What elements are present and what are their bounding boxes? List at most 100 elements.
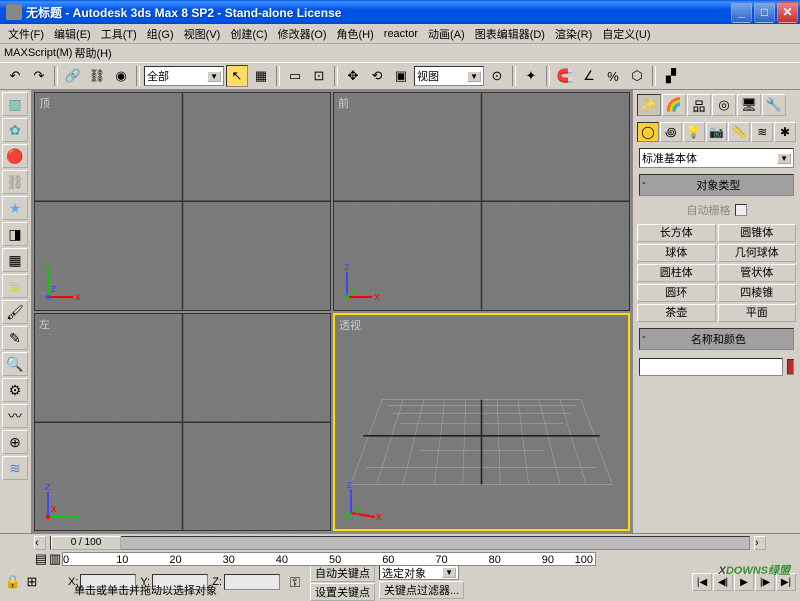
scale-button[interactable]: ▣: [390, 65, 412, 87]
rollout-objtype[interactable]: -对象类型: [639, 174, 794, 196]
menu-create[interactable]: 创建(C): [226, 24, 271, 44]
menu-render[interactable]: 渲染(R): [551, 24, 596, 44]
slider-track[interactable]: 0 / 100: [50, 536, 750, 550]
star-tab-icon[interactable]: ★: [2, 196, 28, 220]
percent-snap-button[interactable]: %: [602, 65, 624, 87]
brush-tab-icon[interactable]: 🖌: [2, 300, 28, 324]
manipulate-button[interactable]: ✦: [520, 65, 542, 87]
ref-coord-dropdown[interactable]: 视图 ▼: [414, 66, 484, 86]
utilities-tab[interactable]: 🔧: [762, 94, 786, 116]
keyfilter-button[interactable]: 关键点过滤器...: [379, 581, 464, 599]
track-toggle-2[interactable]: ▥: [48, 552, 62, 566]
shape-tab-icon[interactable]: ✿: [2, 118, 28, 142]
next-frame-button[interactable]: |▶: [755, 573, 775, 591]
unlink-button[interactable]: ⛓: [86, 65, 108, 87]
menu-character[interactable]: 角色(H): [333, 24, 378, 44]
spinner-snap-button[interactable]: ⬡: [626, 65, 648, 87]
z-input[interactable]: [224, 574, 280, 590]
key-icon[interactable]: ⚿: [284, 571, 306, 593]
space-subtab[interactable]: ≋: [751, 122, 773, 142]
autogrid-checkbox[interactable]: 自动栅格: [635, 200, 798, 220]
window-crossing-button[interactable]: ⊡: [308, 65, 330, 87]
checker-tab-icon[interactable]: ▦: [2, 248, 28, 272]
helpers-subtab[interactable]: 📏: [728, 122, 750, 142]
systems-subtab[interactable]: ✱: [774, 122, 796, 142]
move-button[interactable]: ✥: [342, 65, 364, 87]
lights-subtab[interactable]: 💡: [683, 122, 705, 142]
geometry-subtab[interactable]: ◯: [637, 122, 659, 142]
category-dropdown[interactable]: 标准基本体 ▼: [639, 148, 794, 168]
pyramid-button[interactable]: 四棱锥: [718, 284, 797, 302]
track-toggle-1[interactable]: ▤: [34, 552, 48, 566]
display-tab[interactable]: 🖥: [737, 94, 761, 116]
close-button[interactable]: ✕: [777, 2, 798, 23]
setkey-button[interactable]: 设置关键点: [310, 583, 375, 601]
menu-modifiers[interactable]: 修改器(O): [274, 24, 331, 44]
time-slider[interactable]: ‹ 0 / 100 ›: [0, 534, 800, 552]
redo-button[interactable]: ↷: [28, 65, 50, 87]
color-swatch[interactable]: [787, 359, 794, 375]
rotate-button[interactable]: ⟲: [366, 65, 388, 87]
menu-file[interactable]: 文件(F): [4, 24, 48, 44]
bind-button[interactable]: ◉: [110, 65, 132, 87]
select-button[interactable]: ↖: [226, 65, 248, 87]
menu-graph[interactable]: 图表编辑器(D): [471, 24, 549, 44]
angle-snap-button[interactable]: ∠: [578, 65, 600, 87]
goto-end-button[interactable]: ▶|: [776, 573, 796, 591]
pivot-button[interactable]: ⊙: [486, 65, 508, 87]
slider-thumb[interactable]: 0 / 100: [51, 536, 121, 550]
link-button[interactable]: 🔗: [62, 65, 84, 87]
menu-views[interactable]: 视图(V): [180, 24, 225, 44]
viewport-top[interactable]: 顶 xyz: [34, 92, 331, 311]
lock-button[interactable]: 🔒: [4, 573, 22, 591]
stack-tab-icon[interactable]: ≣: [2, 274, 28, 298]
snap-toggle[interactable]: ⊞: [23, 573, 41, 591]
rollout-name-color[interactable]: -名称和颜色: [639, 328, 794, 350]
plane-button[interactable]: 平面: [718, 304, 797, 322]
mirror-button[interactable]: ▞: [660, 65, 682, 87]
menu-help[interactable]: 帮助(H): [74, 45, 111, 61]
torus-button[interactable]: 圆环: [637, 284, 716, 302]
select-name-button[interactable]: ▦: [250, 65, 272, 87]
rect-select-button[interactable]: ▭: [284, 65, 306, 87]
goto-start-button[interactable]: |◀: [692, 573, 712, 591]
slider-left-button[interactable]: ‹: [34, 536, 46, 550]
modify-tab[interactable]: 🌈: [662, 94, 686, 116]
link-tab-icon[interactable]: ⚙: [2, 378, 28, 402]
water-tab-icon[interactable]: ≋: [2, 456, 28, 480]
menu-group[interactable]: 组(G): [143, 24, 178, 44]
menu-tools[interactable]: 工具(T): [97, 24, 141, 44]
create-tab[interactable]: ✨: [637, 94, 661, 116]
cone-button[interactable]: 圆锥体: [718, 224, 797, 242]
slider-right-button[interactable]: ›: [754, 536, 766, 550]
sphere-button[interactable]: 球体: [637, 244, 716, 262]
misc-tab-icon[interactable]: ⊕: [2, 430, 28, 454]
teapot-button[interactable]: 茶壶: [637, 304, 716, 322]
minimize-button[interactable]: _: [731, 2, 752, 23]
tube-button[interactable]: 管状体: [718, 264, 797, 282]
snap-button[interactable]: 🧲: [554, 65, 576, 87]
motion-tab[interactable]: ◎: [712, 94, 736, 116]
box-button[interactable]: 长方体: [637, 224, 716, 242]
sphere-tab-icon[interactable]: 🔴: [2, 144, 28, 168]
cameras-subtab[interactable]: 📷: [706, 122, 728, 142]
chain-tab-icon[interactable]: ⛓: [2, 170, 28, 194]
search-tab-icon[interactable]: 🔍: [2, 352, 28, 376]
prev-frame-button[interactable]: ◀|: [713, 573, 733, 591]
cable-tab-icon[interactable]: 〰: [2, 404, 28, 428]
cylinder-button[interactable]: 圆柱体: [637, 264, 716, 282]
hierarchy-tab[interactable]: 品: [687, 94, 711, 116]
wand-tab-icon[interactable]: ✎: [2, 326, 28, 350]
modifier-tab-icon[interactable]: ◨: [2, 222, 28, 246]
play-button[interactable]: ▶: [734, 573, 754, 591]
geosphere-button[interactable]: 几何球体: [718, 244, 797, 262]
undo-button[interactable]: ↶: [4, 65, 26, 87]
menu-edit[interactable]: 编辑(E): [50, 24, 95, 44]
menu-maxscript[interactable]: MAXScript(M): [4, 47, 72, 59]
menu-animation[interactable]: 动画(A): [424, 24, 469, 44]
menu-customize[interactable]: 自定义(U): [598, 24, 654, 44]
timeline-ruler[interactable]: 0 10 20 30 40 50 60 70 80 90 100: [62, 552, 596, 566]
shapes-subtab[interactable]: ꩜: [660, 122, 682, 142]
selection-filter-dropdown[interactable]: 全部 ▼: [144, 66, 224, 86]
viewport-perspective[interactable]: 透视 xzy: [333, 313, 630, 532]
